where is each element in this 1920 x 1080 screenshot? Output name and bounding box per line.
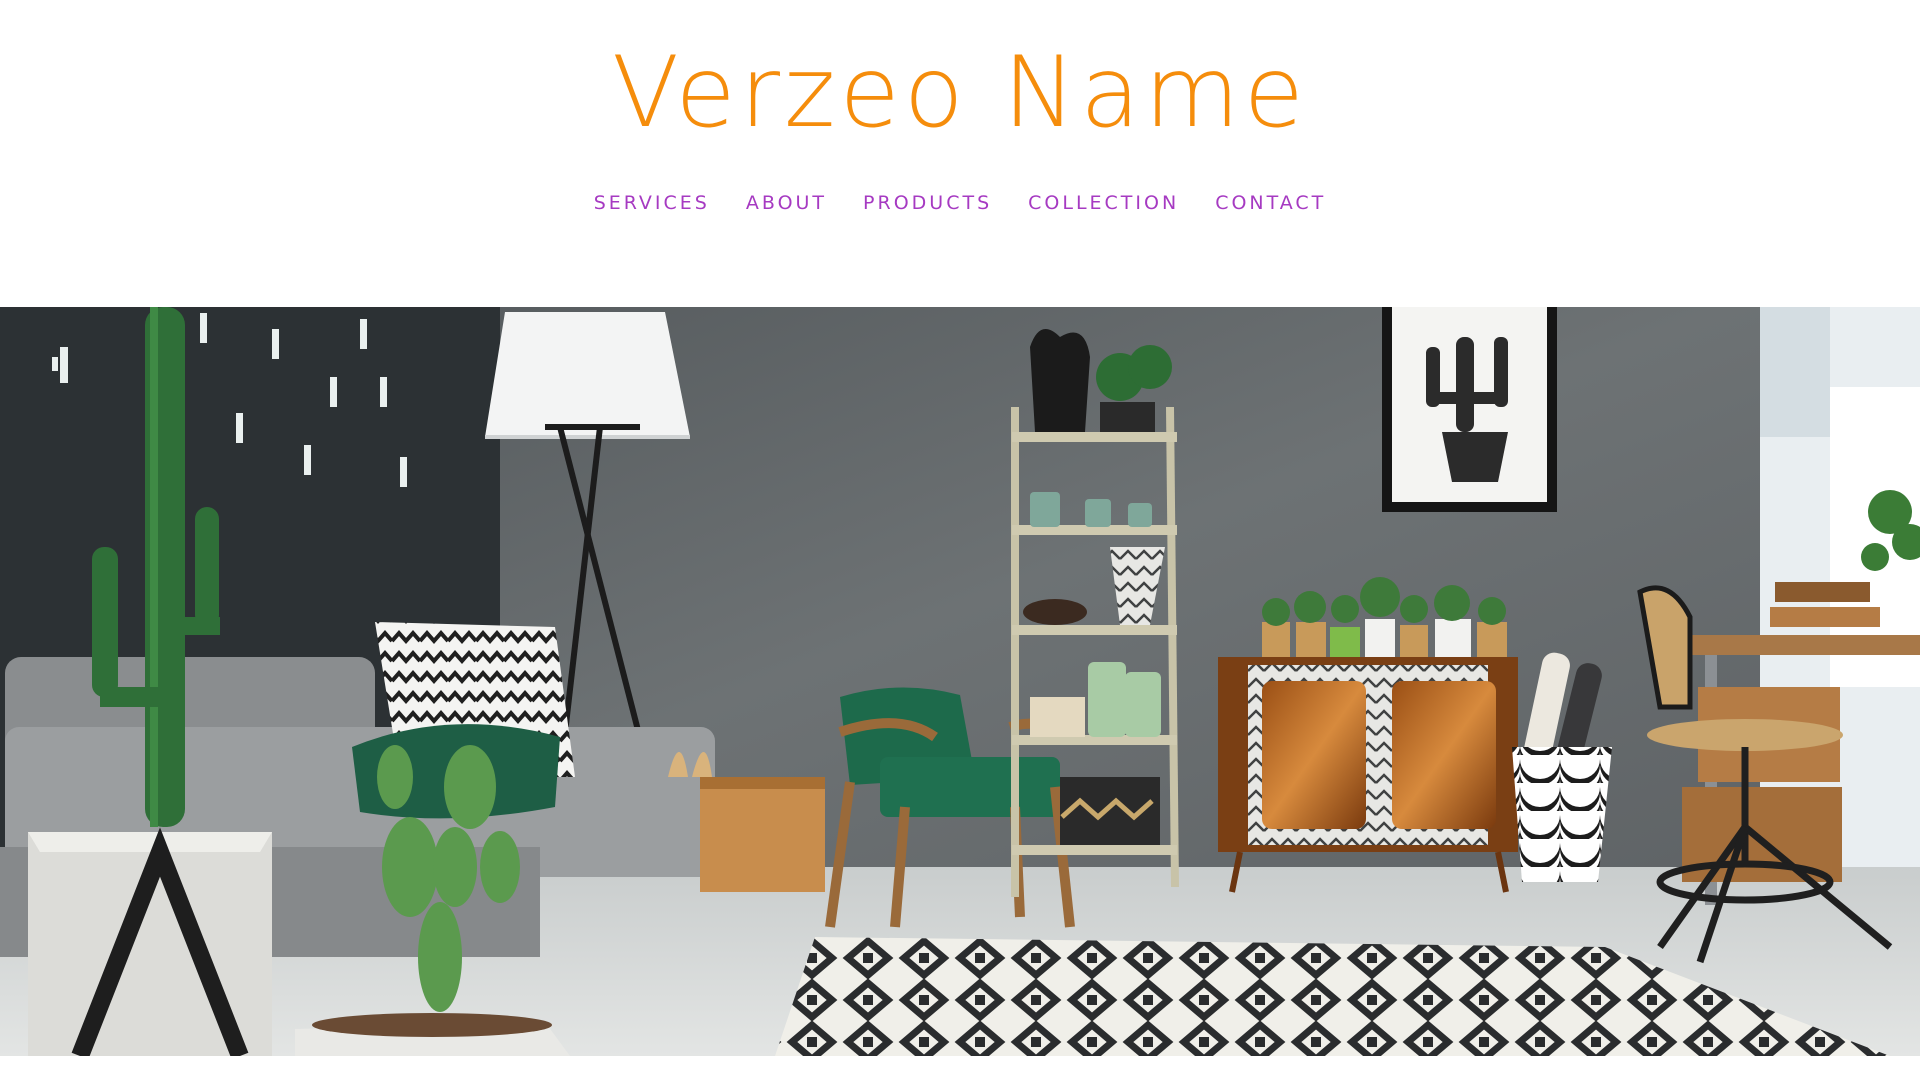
nav-item-about[interactable]: ABOUT: [728, 192, 845, 214]
hero-illustration: [0, 307, 1920, 1056]
brand-title[interactable]: Verzeo Name: [0, 38, 1920, 148]
hero-image: [0, 307, 1920, 1056]
main-nav: SERVICES ABOUT PRODUCTS COLLECTION CONTA…: [0, 188, 1920, 218]
nav-item-contact[interactable]: CONTACT: [1197, 192, 1344, 214]
nav-item-collection[interactable]: COLLECTION: [1010, 192, 1197, 214]
nav-item-services[interactable]: SERVICES: [576, 192, 728, 214]
nav-item-products[interactable]: PRODUCTS: [845, 192, 1010, 214]
site-header: Verzeo Name SERVICES ABOUT PRODUCTS COLL…: [0, 0, 1920, 306]
